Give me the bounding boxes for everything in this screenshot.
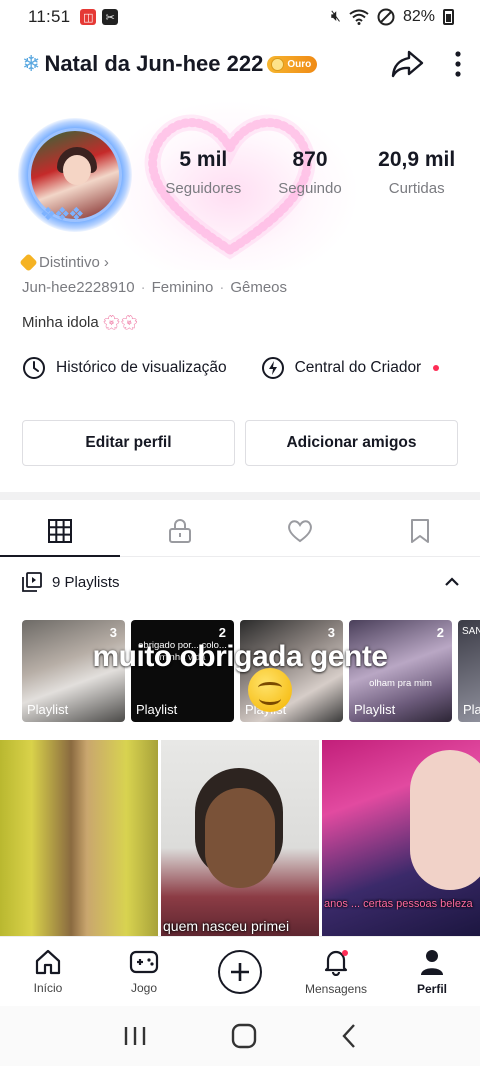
profile-buttons: Editar perfil Adicionar amigos bbox=[22, 420, 458, 466]
playlist-card[interactable]: 3 Playlist bbox=[22, 620, 125, 722]
gender: Feminino bbox=[151, 279, 214, 296]
playlists-header[interactable]: 9 Playlists bbox=[22, 572, 460, 592]
recent-apps-icon[interactable] bbox=[122, 1025, 148, 1047]
share-icon[interactable] bbox=[390, 49, 424, 79]
bookmark-icon bbox=[411, 518, 429, 543]
app-notification-icon: ◫ bbox=[80, 9, 97, 25]
capcut-icon: ✂ bbox=[102, 9, 119, 25]
edit-profile-button[interactable]: Editar perfil bbox=[22, 420, 235, 466]
playlist-card[interactable]: SAN Pla bbox=[458, 620, 480, 722]
content-tabs bbox=[0, 505, 480, 557]
tab-liked[interactable] bbox=[240, 505, 360, 556]
notification-dot bbox=[342, 949, 348, 956]
do-not-disturb-icon bbox=[377, 8, 395, 26]
lightning-icon bbox=[261, 357, 284, 379]
playlist-card[interactable]: 2 olham pra mim Playlist bbox=[349, 620, 452, 722]
playlist-icon bbox=[22, 572, 42, 592]
watch-history-link[interactable]: Histórico de visualização bbox=[22, 356, 227, 380]
nav-home[interactable]: Início bbox=[0, 949, 96, 995]
profile-header: ❄ Natal da Jun-hee 222 Ouro bbox=[0, 42, 480, 86]
video-thumbnail[interactable]: anos ... certas pessoas beleza bbox=[322, 740, 480, 936]
avatar-ornament-icon: ❖❖❖ bbox=[40, 204, 84, 224]
heart-icon bbox=[288, 519, 312, 542]
video-grid: quem nasceu primei anos ... certas pesso… bbox=[0, 740, 480, 936]
lock-icon bbox=[169, 518, 191, 543]
more-options-icon[interactable] bbox=[454, 50, 462, 78]
back-icon[interactable] bbox=[340, 1023, 358, 1049]
video-thumbnail[interactable] bbox=[0, 740, 158, 936]
gold-badge[interactable]: Ouro bbox=[267, 55, 318, 73]
battery-icon bbox=[443, 9, 454, 25]
creator-center-link[interactable]: Central do Criador bbox=[261, 356, 440, 380]
nav-profile[interactable]: Perfil bbox=[384, 948, 480, 996]
tab-videos[interactable] bbox=[0, 505, 120, 557]
status-bar: 11:51 ◫ ✂ 🔇︎ 82% bbox=[0, 0, 480, 34]
wifi-icon bbox=[349, 9, 369, 25]
gamepad-icon bbox=[129, 950, 159, 973]
badge-link[interactable]: Distintivo › bbox=[19, 253, 462, 272]
bio-description: Minha idola 🌸︎🌸︎ bbox=[22, 314, 139, 331]
chevron-up-icon[interactable] bbox=[444, 577, 460, 587]
plus-icon bbox=[218, 949, 262, 994]
status-time: 11:51 bbox=[28, 7, 71, 26]
chevron-right-icon: › bbox=[103, 254, 109, 271]
tab-saved[interactable] bbox=[360, 505, 480, 556]
add-friends-button[interactable]: Adicionar amigos bbox=[245, 420, 458, 466]
profile-hero: ❖❖❖ 5 mil Seguidores 870 Seguindo 20,9 m… bbox=[0, 100, 480, 270]
username: Jun-hee2228910 bbox=[22, 279, 135, 296]
stat-followers[interactable]: 5 mil Seguidores bbox=[150, 148, 257, 197]
video-thumbnail[interactable]: quem nasceu primei bbox=[161, 740, 319, 936]
playlist-carousel: 3 Playlist 2 obrigado por... colo... min… bbox=[22, 620, 480, 722]
tab-private[interactable] bbox=[120, 505, 240, 556]
bottom-navigation: Início Jogo Mensagens Perfil bbox=[0, 936, 480, 1006]
notification-dot bbox=[433, 365, 440, 371]
person-icon bbox=[421, 949, 443, 975]
stats-row: 5 mil Seguidores 870 Seguindo 20,9 mil C… bbox=[150, 148, 470, 197]
battery-percent: 82% bbox=[402, 8, 435, 25]
nav-create[interactable] bbox=[192, 949, 288, 994]
profile-meta: Jun-hee2228910 · Feminino · Gêmeos bbox=[22, 279, 288, 296]
clock-icon bbox=[23, 357, 45, 379]
display-name: Natal da Jun-hee 222 bbox=[44, 51, 264, 76]
snowflake-icon: ❄ bbox=[22, 51, 41, 76]
home-button-icon[interactable] bbox=[231, 1023, 257, 1049]
nav-messages[interactable]: Mensagens bbox=[288, 948, 384, 996]
quick-links: Histórico de visualização Central do Cri… bbox=[22, 356, 462, 380]
stat-likes[interactable]: 20,9 mil Curtidas bbox=[363, 148, 470, 197]
smiley-emoji-icon bbox=[248, 668, 292, 712]
zodiac-sign: Gêmeos bbox=[230, 279, 288, 296]
bio-section: Distintivo › Jun-hee2228910 · Feminino ·… bbox=[19, 253, 462, 331]
stat-following[interactable]: 870 Seguindo bbox=[257, 148, 364, 197]
nav-game[interactable]: Jogo bbox=[96, 949, 192, 995]
divider bbox=[0, 492, 480, 500]
playlist-card[interactable]: 2 obrigado por... colo... minha vida Pla… bbox=[131, 620, 234, 722]
system-navigation bbox=[0, 1006, 480, 1066]
grid-icon bbox=[48, 518, 72, 543]
coin-icon bbox=[271, 57, 285, 71]
home-icon bbox=[35, 949, 61, 974]
badge-icon bbox=[19, 253, 38, 272]
mute-icon: 🔇︎ bbox=[330, 8, 341, 25]
flower-icon: 🌸︎🌸︎ bbox=[102, 314, 139, 330]
